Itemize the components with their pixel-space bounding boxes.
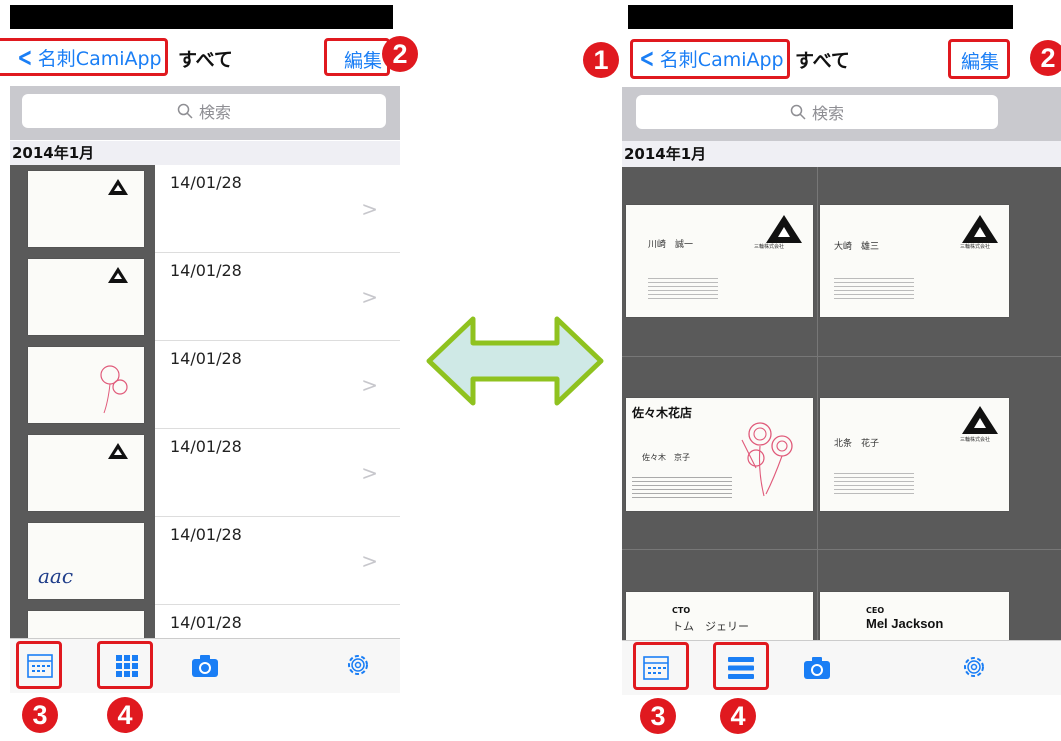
card-address-lines [834, 470, 914, 494]
card-name: 大崎 雄三 [834, 242, 880, 252]
page-title: すべて [795, 50, 850, 72]
card-company: 三輪株式会社 [754, 244, 785, 250]
business-card-image [28, 259, 144, 335]
annotation-box-calendar [16, 641, 62, 689]
gear-icon[interactable] [344, 651, 372, 679]
annotation-box-calendar [633, 642, 689, 690]
annotation-box-back [0, 38, 168, 76]
section-header: 2014年1月 [622, 141, 1061, 167]
annotation-box-edit [948, 39, 1010, 79]
card-title: CTO [672, 606, 691, 615]
section-header: 2014年1月 [10, 141, 400, 165]
card-thumbnail: aac [10, 517, 155, 605]
search-icon [790, 104, 806, 120]
chevron-right-icon: > [361, 373, 378, 397]
search-bar: 検索 [622, 87, 1061, 141]
annotation-badge-3: 3 [640, 698, 676, 734]
business-card-image [28, 347, 144, 423]
grid-divider [817, 167, 818, 643]
svg-text:aac: aac [38, 564, 73, 588]
chevron-right-icon: > [361, 197, 378, 221]
card-name: トム ジェリー [672, 620, 749, 633]
card-name: 北条 花子 [834, 439, 880, 449]
chevron-right-icon: > [361, 461, 378, 485]
annotation-badge-2: 2 [1030, 40, 1061, 76]
business-card-image[interactable]: 川崎 誠一 三輪株式会社 [626, 205, 813, 317]
row-date: 14/01/28 [170, 437, 242, 456]
double-arrow-icon [426, 316, 604, 406]
grid-divider [622, 549, 1061, 550]
annotation-badge-4: 4 [720, 698, 756, 734]
grid-divider [622, 356, 1061, 357]
card-title: CEO [866, 606, 885, 615]
chevron-right-icon: > [361, 285, 378, 309]
business-card-image [28, 435, 144, 511]
card-thumbnail [10, 341, 155, 429]
business-card-image[interactable]: 北条 花子 三輪株式会社 [820, 398, 1009, 511]
card-address-lines [648, 275, 718, 299]
rose-illustration-icon [100, 365, 128, 414]
annotation-box-back [630, 39, 790, 79]
card-company: 三輪株式会社 [960, 244, 991, 250]
right-screen-grid-view: < 名刺CamiApp すべて 編集 検索 2014年1月 川崎 誠一 三輪株式… [618, 0, 1061, 741]
card-address-lines [632, 474, 732, 498]
card-thumbnail [10, 165, 155, 253]
business-card-image [28, 171, 144, 247]
row-date: 14/01/28 [170, 261, 242, 280]
business-card-image: aac [28, 523, 144, 599]
business-card-image[interactable]: 大崎 雄三 三輪株式会社 [820, 205, 1009, 317]
card-name: 佐々木 京子 [642, 453, 690, 462]
list-item[interactable]: 14/01/28 > [10, 165, 400, 253]
card-thumbnail [10, 253, 155, 341]
chevron-right-icon: > [361, 549, 378, 573]
row-date: 14/01/28 [170, 349, 242, 368]
card-name: Mel Jackson [866, 616, 944, 631]
card-company: 三輪株式会社 [960, 437, 991, 443]
logo-triangle-icon [108, 179, 128, 195]
search-placeholder: 検索 [198, 103, 231, 122]
rose-illustration-icon [741, 422, 793, 497]
search-icon [177, 103, 193, 119]
gear-icon[interactable] [960, 653, 988, 681]
card-shop-name: 佐々木花店 [632, 406, 693, 420]
logo-triangle-icon [108, 267, 128, 283]
status-bar [10, 5, 393, 29]
camera-icon[interactable] [802, 655, 832, 681]
annotation-badge-2: 2 [382, 36, 418, 72]
search-input[interactable]: 検索 [636, 95, 998, 129]
card-address-lines [834, 275, 914, 299]
list-item[interactable]: 14/01/28 > [10, 341, 400, 429]
camera-icon[interactable] [190, 653, 220, 679]
annotation-box-grid [97, 641, 153, 689]
status-bar [628, 5, 1013, 29]
logo-triangle-icon [962, 406, 998, 434]
row-date: 14/01/28 [170, 613, 242, 632]
search-input[interactable]: 検索 [22, 94, 386, 128]
list-item[interactable]: 14/01/28 > [10, 253, 400, 341]
left-screen-list-view: < 名刺CamiApp すべて 編集 検索 2014年1月 14/01/28 >… [0, 0, 400, 741]
annotation-badge-3: 3 [22, 697, 58, 733]
logo-triangle-icon [108, 443, 128, 459]
card-thumbnail [10, 429, 155, 517]
row-date: 14/01/28 [170, 525, 242, 544]
list-item[interactable]: aac 14/01/28 > [10, 517, 400, 605]
search-bar: 検索 [10, 86, 400, 140]
annotation-badge-4: 4 [107, 697, 143, 733]
aac-logo-icon: aac [38, 564, 73, 588]
search-placeholder: 検索 [811, 104, 844, 123]
page-title: すべて [178, 49, 233, 71]
annotation-badge-1: 1 [583, 42, 619, 78]
card-name: 川崎 誠一 [648, 240, 694, 250]
annotation-box-edit [324, 38, 390, 76]
list-item[interactable]: 14/01/28 > [10, 429, 400, 517]
business-card-image[interactable]: 佐々木花店 佐々木 京子 [626, 398, 813, 511]
tab-bar [10, 638, 400, 693]
row-date: 14/01/28 [170, 173, 242, 192]
annotation-box-list [713, 642, 769, 690]
